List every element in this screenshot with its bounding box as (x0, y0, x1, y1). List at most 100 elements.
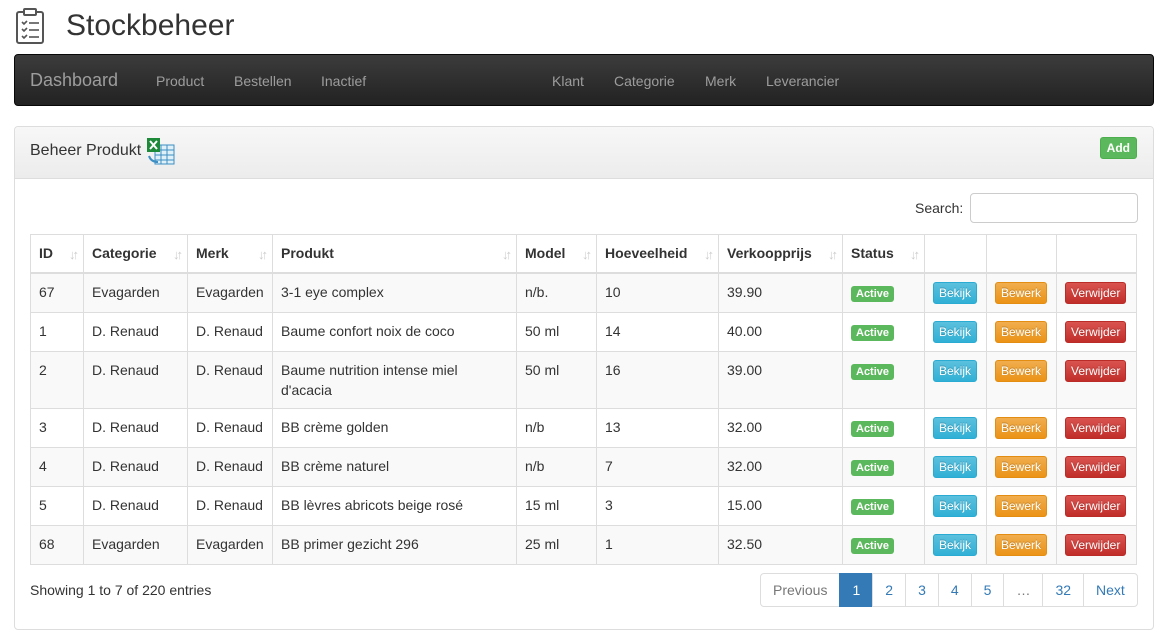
cell-produkt: BB primer gezicht 296 (272, 524, 517, 565)
cell-model: 15 ml (516, 485, 597, 526)
cell-id: 2 (30, 350, 84, 409)
cell-edit: Bewerk (986, 272, 1057, 313)
add-button[interactable]: Add (1099, 137, 1137, 159)
table-row: 4 D. Renaud D. Renaud BB crème naturel n/b 7 3… (30, 446, 1137, 487)
edit-button[interactable]: Bewerk (995, 359, 1048, 382)
cell-produkt: 3-1 eye complex (272, 272, 517, 313)
view-button[interactable]: Bekijk (933, 533, 978, 556)
view-button[interactable]: Bekijk (933, 494, 978, 517)
cell-view: Bekijk (924, 350, 987, 409)
delete-button[interactable]: Verwijder (1065, 416, 1127, 439)
nav-merk[interactable]: Merk (705, 73, 736, 89)
status-badge: Active (851, 324, 895, 341)
edit-button[interactable]: Bewerk (995, 533, 1048, 556)
view-button[interactable]: Bekijk (933, 455, 978, 478)
sort-icon: ↓↑ (69, 247, 79, 262)
cell-edit: Bewerk (986, 311, 1057, 352)
header-merk[interactable]: Merk ↓↑ (187, 234, 273, 274)
delete-button[interactable]: Verwijder (1065, 494, 1127, 517)
page-4[interactable]: 4 (937, 573, 972, 607)
app-title: Stockbeheer (66, 9, 235, 42)
page-3[interactable]: 3 (905, 573, 939, 607)
cell-delete: Verwijder (1056, 407, 1137, 448)
cell-view: Bekijk (924, 485, 987, 526)
search-input[interactable] (970, 193, 1138, 223)
delete-button[interactable]: Verwijder (1065, 533, 1127, 556)
header-verkoopprijs[interactable]: Verkoopprijs ↓↑ (718, 234, 843, 274)
view-button[interactable]: Bekijk (933, 320, 978, 343)
nav-inactief[interactable]: Inactief (321, 73, 366, 89)
header-produkt[interactable]: Produkt ↓↑ (272, 234, 517, 274)
sort-icon: ↓↑ (502, 247, 512, 262)
cell-view: Bekijk (924, 524, 987, 565)
delete-button[interactable]: Verwijder (1065, 455, 1127, 478)
header-model[interactable]: Model ↓↑ (516, 234, 597, 274)
cell-verkoopprijs: 32.00 (718, 446, 843, 487)
header-action-view (924, 234, 987, 274)
page-32[interactable]: 32 (1042, 573, 1085, 607)
edit-button[interactable]: Bewerk (995, 455, 1048, 478)
nav-bestellen[interactable]: Bestellen (234, 73, 292, 89)
delete-button[interactable]: Verwijder (1065, 359, 1127, 382)
nav-leverancier[interactable]: Leverancier (766, 73, 839, 89)
header-hoeveelheid[interactable]: Hoeveelheid ↓↑ (596, 234, 719, 274)
page-2[interactable]: 2 (872, 573, 907, 607)
cell-categorie: D. Renaud (83, 485, 188, 526)
nav-product[interactable]: Product (156, 73, 204, 89)
app-header: Stockbeheer (14, 6, 234, 46)
cell-hoeveelheid: 16 (596, 350, 719, 409)
edit-button[interactable]: Bewerk (995, 494, 1048, 517)
cell-categorie: D. Renaud (83, 446, 188, 487)
navbar-brand-dashboard[interactable]: Dashboard (30, 70, 118, 91)
view-button[interactable]: Bekijk (933, 281, 978, 304)
header-categorie[interactable]: Categorie ↓↑ (83, 234, 188, 274)
cell-status: Active (842, 407, 925, 448)
table-row: 3 D. Renaud D. Renaud BB crème golden n/b 13 3… (30, 407, 1137, 448)
nav-categorie[interactable]: Categorie (614, 73, 675, 89)
header-id[interactable]: ID ↓↑ (30, 234, 84, 274)
status-badge: Active (851, 285, 895, 302)
panel-heading: Beheer Produkt Add (15, 127, 1153, 179)
cell-merk: D. Renaud (187, 311, 273, 352)
cell-view: Bekijk (924, 446, 987, 487)
status-badge: Active (851, 498, 895, 515)
cell-categorie: D. Renaud (83, 407, 188, 448)
nav-klant[interactable]: Klant (552, 73, 584, 89)
cell-verkoopprijs: 39.00 (718, 350, 843, 409)
cell-status: Active (842, 350, 925, 409)
edit-button[interactable]: Bewerk (995, 281, 1048, 304)
view-button[interactable]: Bekijk (933, 416, 978, 439)
cell-hoeveelheid: 1 (596, 524, 719, 565)
table-header-row: ID ↓↑ Categorie ↓↑ Merk ↓↑ Produkt ↓↑ Model ↓… (30, 234, 1137, 274)
delete-button[interactable]: Verwijder (1065, 320, 1127, 343)
sort-icon: ↓↑ (910, 247, 920, 262)
cell-status: Active (842, 272, 925, 313)
cell-edit: Bewerk (986, 446, 1057, 487)
table-row: 2 D. Renaud D. Renaud Baume nutrition inten… (30, 350, 1137, 409)
pagination-next[interactable]: Next (1083, 573, 1138, 607)
sort-icon: ↓↑ (173, 247, 183, 262)
cell-status: Active (842, 524, 925, 565)
cell-produkt: Baume nutrition intense miel d'acacia (272, 350, 517, 409)
search-label: Search: (915, 200, 964, 216)
panel-title: Beheer Produkt (30, 142, 142, 159)
cell-hoeveelheid: 7 (596, 446, 719, 487)
edit-button[interactable]: Bewerk (995, 320, 1048, 343)
delete-button[interactable]: Verwijder (1065, 281, 1127, 304)
sort-icon: ↓↑ (704, 247, 714, 262)
cell-delete: Verwijder (1056, 272, 1137, 313)
page-ellipsis: … (1003, 573, 1044, 607)
page-5[interactable]: 5 (970, 573, 1005, 607)
cell-merk: D. Renaud (187, 446, 273, 487)
cell-model: 50 ml (516, 311, 597, 352)
excel-icon[interactable] (146, 137, 176, 170)
cell-model: n/b (516, 446, 597, 487)
cell-edit: Bewerk (986, 485, 1057, 526)
cell-id: 68 (30, 524, 84, 565)
edit-button[interactable]: Bewerk (995, 416, 1048, 439)
view-button[interactable]: Bekijk (933, 359, 978, 382)
page-1[interactable]: 1 (839, 573, 874, 607)
cell-view: Bekijk (924, 407, 987, 448)
header-status[interactable]: Status ↓↑ (842, 234, 925, 274)
pagination-previous[interactable]: Previous (760, 573, 841, 607)
